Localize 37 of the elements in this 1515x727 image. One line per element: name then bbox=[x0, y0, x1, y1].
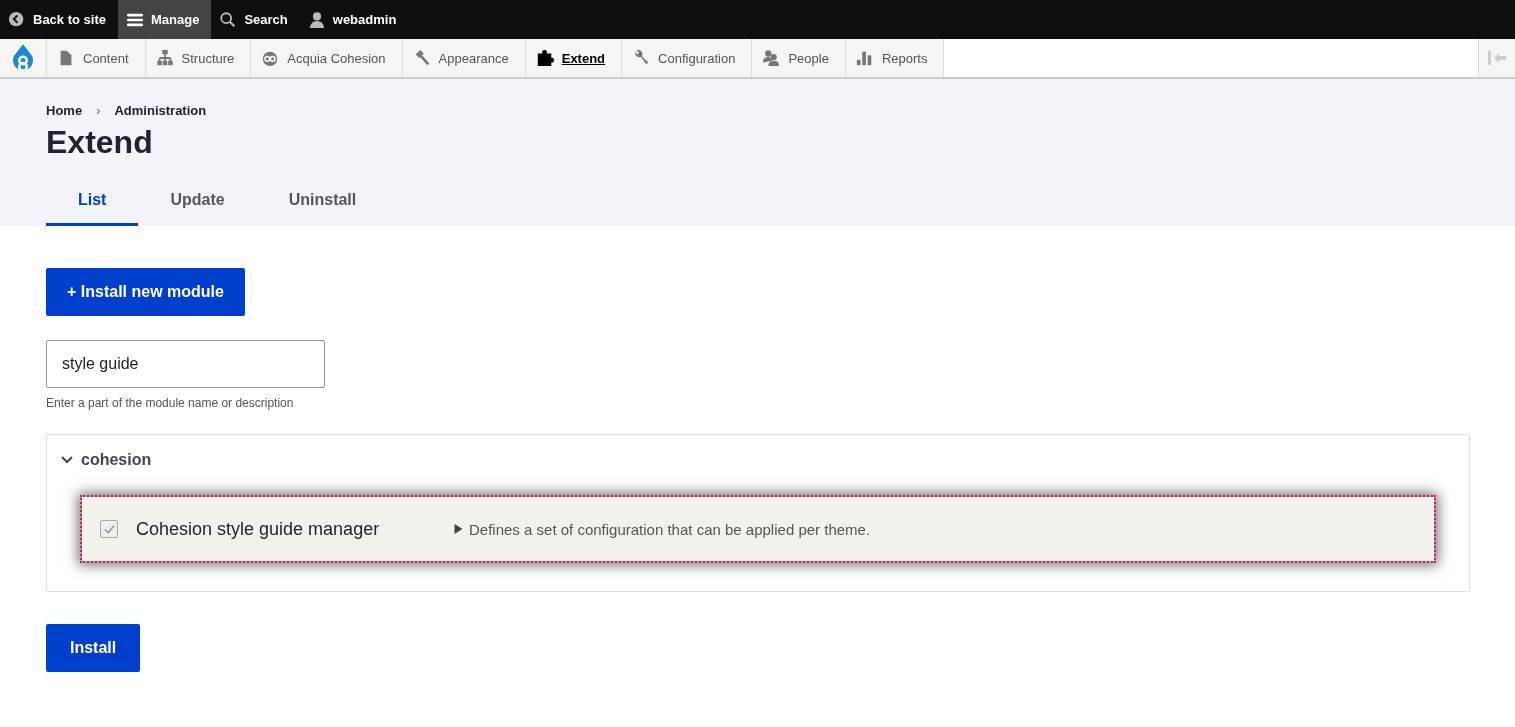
field-description: Enter a part of the module name or description bbox=[46, 396, 295, 410]
people-icon bbox=[762, 49, 781, 67]
back-icon bbox=[8, 10, 26, 29]
module-name: Cohesion style guide manager bbox=[136, 518, 381, 540]
chevron-icon bbox=[61, 456, 73, 464]
breadcrumb-link[interactable]: Home bbox=[46, 103, 83, 118]
admin-menu-item[interactable]: People bbox=[752, 39, 846, 77]
bar-chart-icon bbox=[855, 49, 874, 67]
tab[interactable]: Update bbox=[138, 181, 257, 226]
admin-menu-item[interactable]: Appearance bbox=[402, 39, 526, 77]
drop-icon bbox=[261, 49, 280, 67]
admin-menu-item[interactable]: Structure bbox=[145, 39, 252, 77]
toolbar-item[interactable]: Search bbox=[211, 0, 300, 39]
admin-menu-item[interactable]: Extend bbox=[525, 39, 623, 77]
wrench-icon bbox=[632, 49, 651, 67]
toolbar-item[interactable]: Back to site bbox=[0, 0, 118, 39]
breadcrumb-link[interactable]: Administration bbox=[114, 103, 207, 118]
install-new-module-button[interactable]: + Install new module bbox=[46, 268, 245, 316]
tab[interactable]: Uninstall bbox=[256, 181, 389, 226]
page-title: Extend bbox=[46, 124, 154, 161]
hierarchy-icon bbox=[155, 49, 174, 67]
admin-menu-item[interactable]: Configuration bbox=[622, 39, 753, 77]
drop-logo-icon[interactable] bbox=[10, 43, 36, 73]
group-toggle[interactable]: cohesion bbox=[47, 435, 166, 485]
user-icon bbox=[307, 10, 326, 29]
check-icon bbox=[103, 524, 115, 534]
breadcrumb-separator: › bbox=[96, 103, 101, 118]
admin-menu-item[interactable]: Reports bbox=[845, 39, 945, 77]
tab[interactable]: List bbox=[46, 181, 139, 226]
toolbar-item[interactable]: Manage bbox=[118, 0, 212, 39]
install-button[interactable]: Install bbox=[46, 624, 141, 672]
filter-field[interactable]: style guide bbox=[46, 340, 325, 388]
puzzle-icon bbox=[535, 49, 554, 67]
admin-menu-item[interactable]: Content bbox=[47, 39, 146, 77]
search-icon bbox=[219, 10, 238, 29]
admin-menu-item[interactable]: Acquia Cohesion bbox=[251, 39, 403, 77]
toolbar-item[interactable]: webadmin bbox=[299, 0, 409, 39]
